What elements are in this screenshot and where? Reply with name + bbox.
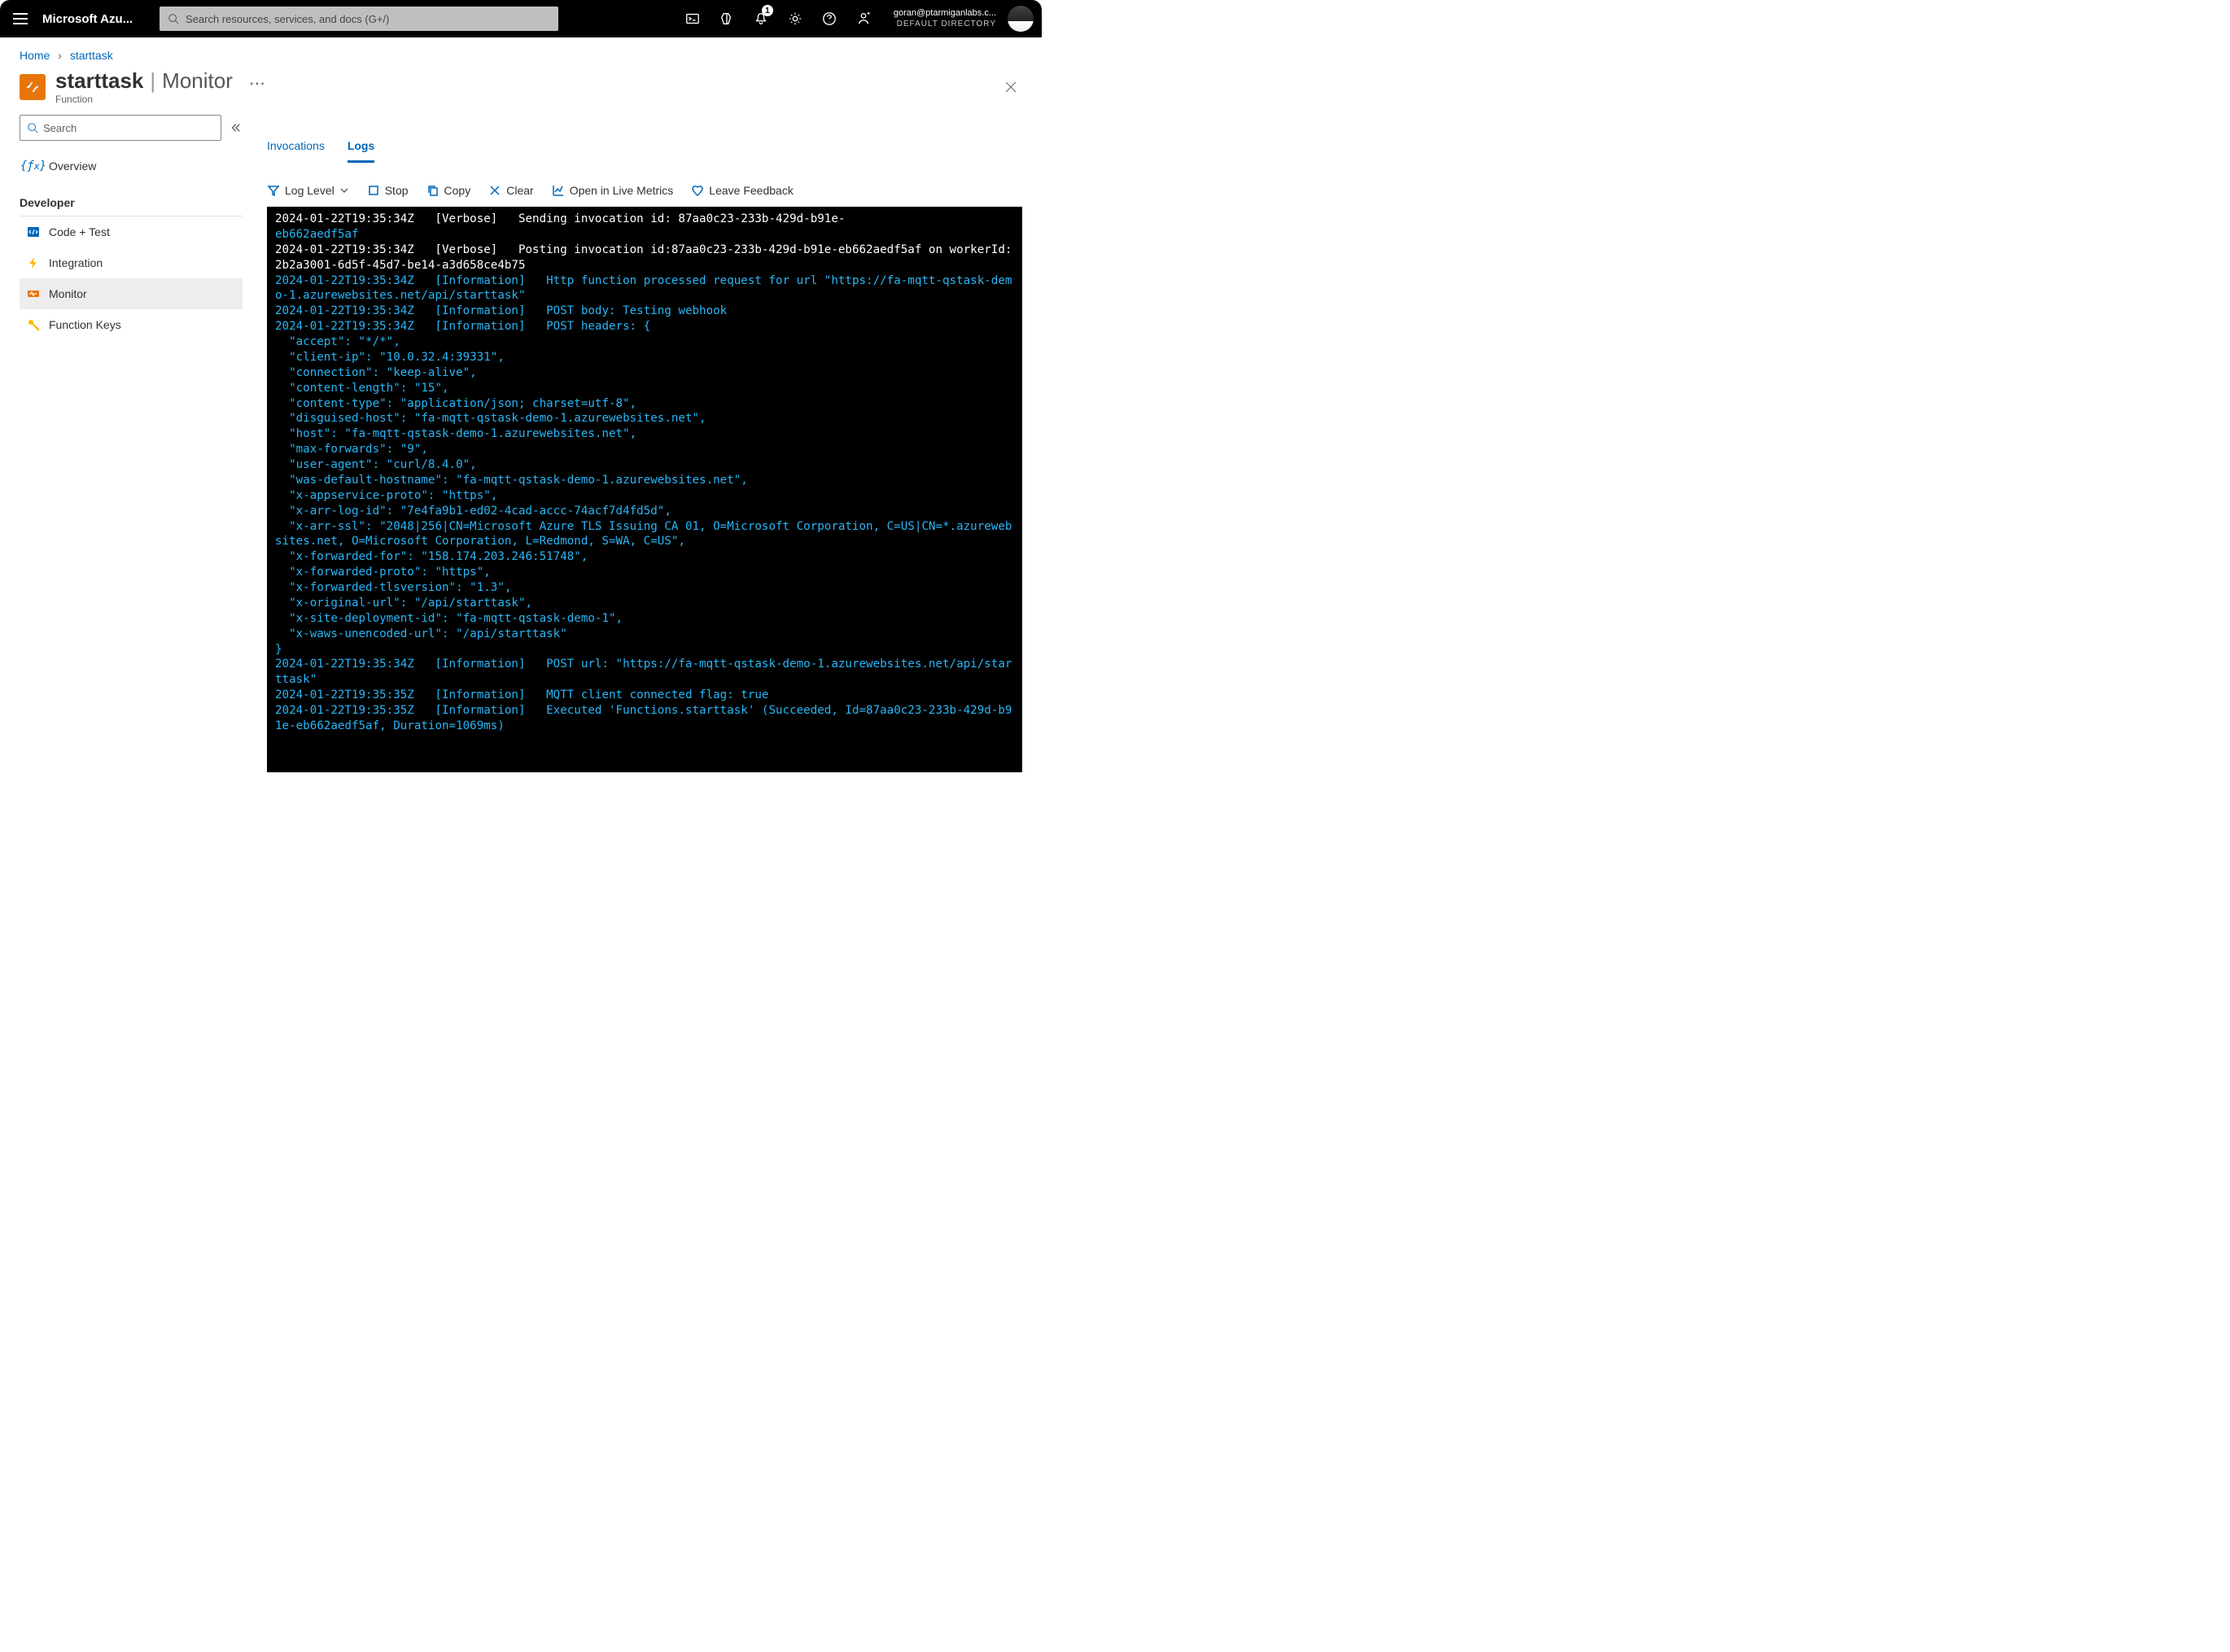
more-icon[interactable]: ⋯	[249, 73, 267, 94]
heart-icon	[691, 184, 704, 197]
log-line: "x-forwarded-tlsversion": "1.3",	[275, 581, 511, 594]
sidebar: Search {ƒx} Overview Developer Code + Te…	[0, 111, 252, 772]
code-icon	[26, 225, 41, 238]
log-line: "connection": "keep-alive",	[275, 366, 477, 379]
page-title: starttask	[55, 68, 143, 94]
sidebar-item-code[interactable]: Code + Test	[20, 216, 243, 247]
clear-button[interactable]: Clear	[488, 184, 533, 197]
log-line: "x-arr-log-id": "7e4fa9b1-ed02-4cad-accc…	[275, 505, 671, 518]
log-line: "x-waws-unencoded-url": "/api/starttask"	[275, 627, 567, 640]
sidebar-item-integration[interactable]: Integration	[20, 247, 243, 278]
help-icon[interactable]	[812, 0, 846, 37]
log-line: 2024-01-22T19:35:34Z [Verbose] Sending i…	[275, 212, 845, 225]
search-placeholder: Search resources, services, and docs (G+…	[186, 13, 389, 25]
copilot-icon[interactable]	[710, 0, 744, 37]
log-line: "host": "fa-mqtt-qstask-demo-1.azurewebs…	[275, 427, 636, 440]
log-line: "x-forwarded-proto": "https",	[275, 566, 491, 579]
sidebar-item-label: Function Keys	[49, 318, 121, 331]
lightning-icon	[26, 256, 41, 269]
log-level-button[interactable]: Log Level	[267, 184, 349, 197]
sidebar-item-keys[interactable]: Function Keys	[20, 309, 243, 340]
top-bar: Microsoft Azu... Search resources, servi…	[0, 0, 1042, 37]
log-line: 2024-01-22T19:35:34Z [Information] Http …	[275, 274, 1012, 303]
log-line: "max-forwards": "9",	[275, 443, 428, 456]
live-metrics-button[interactable]: Open in Live Metrics	[552, 184, 674, 197]
breadcrumb-home[interactable]: Home	[20, 49, 50, 62]
key-icon	[26, 318, 41, 331]
main-pane: Invocations Logs Log Level Stop Copy	[252, 111, 1042, 772]
sidebar-item-label: Code + Test	[49, 225, 110, 238]
tabs: Invocations Logs	[267, 111, 1042, 163]
account-info[interactable]: goran@ptarmiganlabs.c... DEFAULT DIRECTO…	[894, 8, 996, 28]
account-directory: DEFAULT DIRECTORY	[897, 20, 996, 29]
log-line: 2024-01-22T19:35:34Z [Verbose] Posting i…	[275, 243, 1012, 272]
log-line: "client-ip": "10.0.32.4:39331",	[275, 351, 505, 364]
collapse-icon[interactable]	[228, 120, 243, 135]
function-icon	[20, 74, 46, 100]
cloud-shell-icon[interactable]	[676, 0, 710, 37]
brand-label[interactable]: Microsoft Azu...	[42, 12, 140, 26]
account-email: goran@ptarmiganlabs.c...	[894, 8, 996, 19]
log-line: "x-site-deployment-id": "fa-mqtt-qstask-…	[275, 612, 623, 625]
log-line: "disguised-host": "fa-mqtt-qstask-demo-1…	[275, 412, 706, 425]
page-section: Monitor	[162, 68, 233, 94]
sidebar-search-placeholder: Search	[43, 122, 77, 134]
sidebar-search-input[interactable]: Search	[20, 115, 221, 141]
settings-icon[interactable]	[778, 0, 812, 37]
clear-icon	[488, 184, 501, 197]
stop-button[interactable]: Stop	[367, 184, 409, 197]
notifications-icon[interactable]: 1	[744, 0, 778, 37]
log-line: "x-forwarded-for": "158.174.203.246:5174…	[275, 550, 588, 563]
log-line: 2024-01-22T19:35:35Z [Information] Execu…	[275, 704, 1012, 732]
log-toolbar: Log Level Stop Copy Clear Open in	[267, 163, 1042, 207]
log-line: "x-arr-ssl": "2048|256|CN=Microsoft Azur…	[275, 520, 1012, 548]
chevron-down-icon	[339, 186, 349, 195]
stop-icon	[367, 184, 380, 197]
feedback-icon[interactable]	[846, 0, 881, 37]
breadcrumb: Home › starttask	[0, 37, 1042, 65]
feedback-button[interactable]: Leave Feedback	[691, 184, 794, 197]
log-line: 2024-01-22T19:35:35Z [Information] MQTT …	[275, 688, 768, 701]
tab-logs[interactable]: Logs	[348, 139, 374, 163]
breadcrumb-current[interactable]: starttask	[70, 49, 113, 62]
log-line: "x-appservice-proto": "https",	[275, 489, 497, 502]
log-line: 2024-01-22T19:35:34Z [Information] POST …	[275, 304, 727, 317]
avatar[interactable]	[1008, 6, 1034, 32]
close-icon[interactable]	[999, 76, 1022, 98]
log-line: "was-default-hostname": "fa-mqtt-qstask-…	[275, 474, 748, 487]
log-console[interactable]: 2024-01-22T19:35:34Z [Verbose] Sending i…	[267, 207, 1022, 772]
sidebar-section-developer: Developer	[20, 196, 243, 209]
resource-type: Function	[55, 94, 233, 105]
log-line: "user-agent": "curl/8.4.0",	[275, 458, 477, 471]
log-line: "content-length": "15",	[275, 382, 449, 395]
log-line: "x-original-url": "/api/starttask",	[275, 597, 532, 610]
sidebar-item-label: Integration	[49, 256, 103, 269]
copy-button[interactable]: Copy	[426, 184, 471, 197]
log-line: 2024-01-22T19:35:34Z [Information] POST …	[275, 658, 1012, 686]
filter-icon	[267, 184, 280, 197]
page-header: starttask | Monitor Function ⋯	[0, 65, 1042, 111]
chevron-right-icon: ›	[58, 49, 62, 62]
sidebar-item-label: Monitor	[49, 287, 87, 300]
log-line: 2024-01-22T19:35:34Z [Information] POST …	[275, 320, 650, 333]
menu-icon[interactable]	[13, 10, 31, 28]
chart-icon	[552, 184, 565, 197]
global-search-input[interactable]: Search resources, services, and docs (G+…	[160, 7, 558, 31]
monitor-icon	[26, 287, 41, 300]
log-line: }	[275, 643, 282, 656]
tab-invocations[interactable]: Invocations	[267, 139, 325, 163]
log-line: "accept": "*/*",	[275, 335, 400, 348]
overview-icon: {ƒx}	[26, 160, 41, 173]
copy-icon	[426, 184, 439, 197]
sidebar-item-monitor[interactable]: Monitor	[20, 278, 243, 309]
sidebar-item-overview[interactable]: {ƒx} Overview	[20, 151, 243, 181]
sidebar-item-label: Overview	[49, 160, 96, 173]
notification-badge: 1	[762, 5, 773, 16]
search-icon	[168, 13, 179, 24]
top-actions: 1	[676, 0, 881, 37]
log-line: eb662aedf5af	[275, 228, 359, 241]
search-icon	[27, 122, 38, 133]
log-line: "content-type": "application/json; chars…	[275, 397, 636, 410]
